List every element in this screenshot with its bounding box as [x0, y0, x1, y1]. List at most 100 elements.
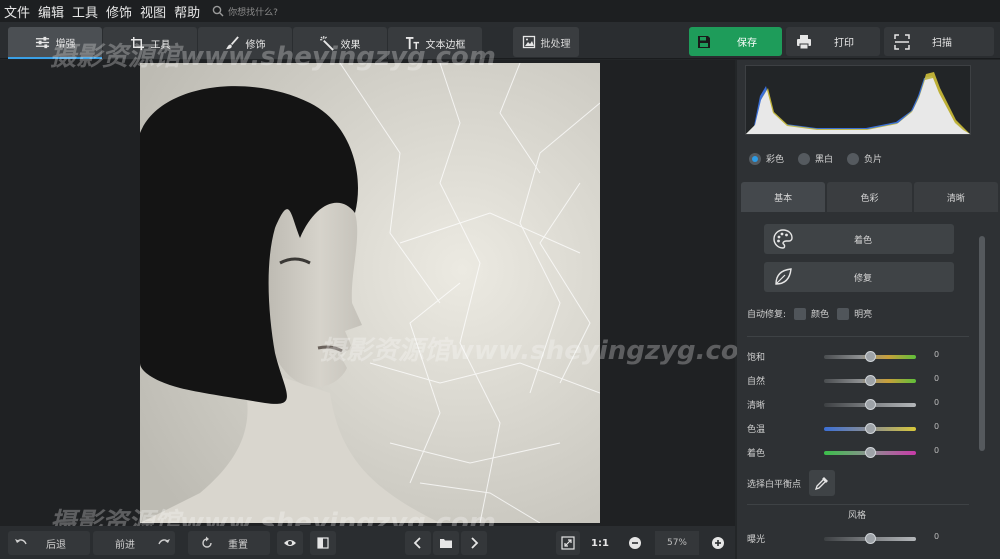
scan-icon — [894, 33, 910, 50]
slider-value: 0 — [934, 422, 940, 431]
eyedropper-button[interactable] — [809, 470, 836, 496]
slider-value: 0 — [934, 446, 940, 455]
batch-process-button[interactable]: 批处理 — [513, 27, 579, 57]
mode-negative-radio[interactable] — [847, 152, 860, 165]
mode-bw-label: 黑白 — [815, 155, 834, 165]
menu-tools[interactable]: 工具 — [72, 2, 98, 21]
compare-icon — [317, 537, 329, 549]
print-button[interactable]: 打印 — [786, 27, 880, 56]
redo-button[interactable]: 前进 — [93, 531, 175, 555]
menu-file[interactable]: 文件 — [4, 2, 30, 21]
tab-basic[interactable]: 基本 — [741, 182, 826, 212]
auto-fix-color-label: 颜色 — [811, 310, 830, 320]
mode-color-radio[interactable] — [749, 152, 761, 165]
fit-screen-icon — [561, 536, 575, 550]
next-image-button[interactable] — [461, 531, 487, 555]
scan-label: 扫描 — [932, 38, 952, 49]
histogram-graph — [746, 72, 970, 134]
image-stack-icon — [522, 35, 535, 49]
zoom-level[interactable]: 57% — [655, 531, 699, 555]
scan-button[interactable]: 扫描 — [884, 27, 994, 56]
auto-fix-bright-checkbox[interactable] — [837, 307, 850, 320]
tab-tools-label: 工具 — [150, 39, 171, 51]
tab-tools[interactable]: 工具 — [103, 27, 197, 59]
slider-knob[interactable] — [865, 423, 876, 434]
slider-exposure[interactable]: 曝光 0 — [747, 530, 947, 546]
tab-enhance[interactable]: 增强 — [8, 27, 102, 59]
slider-clarity[interactable]: 清晰 0 — [747, 396, 947, 412]
reset-label: 重置 — [228, 539, 248, 551]
tab-text-border-label: 文本边框 — [425, 39, 466, 51]
slider-tint[interactable]: 着色 0 — [747, 444, 947, 460]
chevron-right-icon — [471, 537, 479, 549]
slider-knob[interactable] — [865, 351, 876, 362]
tab-color[interactable]: 色彩 — [827, 182, 912, 212]
photo-preview — [140, 63, 600, 523]
slider-knob[interactable] — [865, 447, 876, 458]
slider-label: 曝光 — [747, 535, 766, 545]
search-box[interactable]: 你想找什么? — [212, 5, 278, 18]
zoom-out-icon — [629, 537, 641, 549]
reset-icon — [202, 536, 212, 548]
photo-editor-window: 文件 编辑 工具 修饰 视图 帮助 你想找什么? 增强 工具 修饰 效果 文本边… — [0, 0, 1000, 559]
slider-label: 着色 — [747, 449, 766, 459]
tab-effects[interactable]: 效果 — [293, 27, 387, 59]
menu-help[interactable]: 帮助 — [174, 2, 200, 21]
redo-label: 前进 — [115, 539, 135, 551]
white-point-label: 选择白平衡点 — [747, 479, 802, 490]
actual-size-button[interactable]: 1:1 — [588, 531, 612, 555]
module-tabs: 增强 工具 修饰 效果 文本边框 — [8, 27, 483, 59]
auto-fix-color-checkbox[interactable] — [794, 307, 807, 320]
slider-temperature[interactable]: 色温 0 — [747, 420, 947, 436]
prev-image-button[interactable] — [405, 531, 431, 555]
undo-label: 后退 — [46, 539, 66, 551]
slider-knob[interactable] — [865, 375, 876, 386]
panel-tabs: 基本 色彩 清晰 — [741, 182, 1000, 212]
preview-toggle-button[interactable] — [277, 531, 303, 555]
mode-color-label: 彩色 — [766, 155, 785, 165]
save-button[interactable]: 保存 — [689, 27, 782, 56]
batch-label: 批处理 — [540, 38, 571, 50]
open-folder-button[interactable] — [433, 531, 459, 555]
auto-fix-bright-label: 明亮 — [854, 310, 873, 320]
slider-value: 0 — [934, 374, 940, 383]
printer-icon — [797, 34, 811, 49]
save-label: 保存 — [737, 38, 757, 49]
slider-knob[interactable] — [865, 399, 876, 410]
mode-bw-radio[interactable] — [798, 152, 811, 165]
panel-scrollbar[interactable] — [978, 230, 986, 550]
slider-vibrance[interactable]: 自然 0 — [747, 372, 947, 388]
slider-label: 自然 — [747, 377, 766, 387]
main-toolbar: 增强 工具 修饰 效果 文本边框 批处理 保存 打印 扫描 — [0, 22, 1000, 59]
menu-retouch[interactable]: 修饰 — [106, 2, 132, 21]
repair-label: 修复 — [854, 273, 873, 284]
eye-icon — [284, 540, 296, 546]
reset-button[interactable]: 重置 — [188, 531, 270, 555]
undo-button[interactable]: 后退 — [8, 531, 90, 555]
scrollbar-thumb[interactable] — [979, 236, 985, 451]
slider-label: 清晰 — [747, 401, 766, 411]
menu-edit[interactable]: 编辑 — [38, 2, 64, 21]
portrait-photo — [140, 63, 600, 523]
image-canvas[interactable] — [0, 60, 735, 526]
tab-sharpness[interactable]: 清晰 — [913, 182, 998, 212]
slider-saturation[interactable]: 饱和 0 — [747, 348, 947, 364]
adjustment-panel: 彩色 黑白 负片 基本 色彩 清晰 着色 修复 自动修复: 颜色 明亮 饱和 0… — [737, 60, 1000, 559]
magic-wand-icon — [319, 35, 334, 51]
slider-knob[interactable] — [865, 533, 876, 544]
fit-to-screen-button[interactable] — [556, 531, 580, 555]
repair-button[interactable]: 修复 — [764, 262, 954, 292]
tab-text-border[interactable]: 文本边框 — [388, 27, 482, 59]
menu-bar: 文件 编辑 工具 修饰 视图 帮助 你想找什么? — [0, 0, 1000, 22]
tab-retouch[interactable]: 修饰 — [198, 27, 292, 59]
compare-button[interactable] — [310, 531, 336, 555]
tab-retouch-label: 修饰 — [245, 39, 266, 51]
zoom-in-button[interactable] — [707, 531, 729, 555]
zoom-out-button[interactable] — [624, 531, 646, 555]
menu-view[interactable]: 视图 — [140, 2, 166, 21]
search-placeholder: 你想找什么? — [228, 7, 278, 18]
color-mode-group: 彩色 黑白 负片 — [749, 152, 896, 165]
brush-icon — [225, 35, 239, 49]
slider-value: 0 — [934, 398, 940, 407]
colorize-button[interactable]: 着色 — [764, 224, 954, 254]
